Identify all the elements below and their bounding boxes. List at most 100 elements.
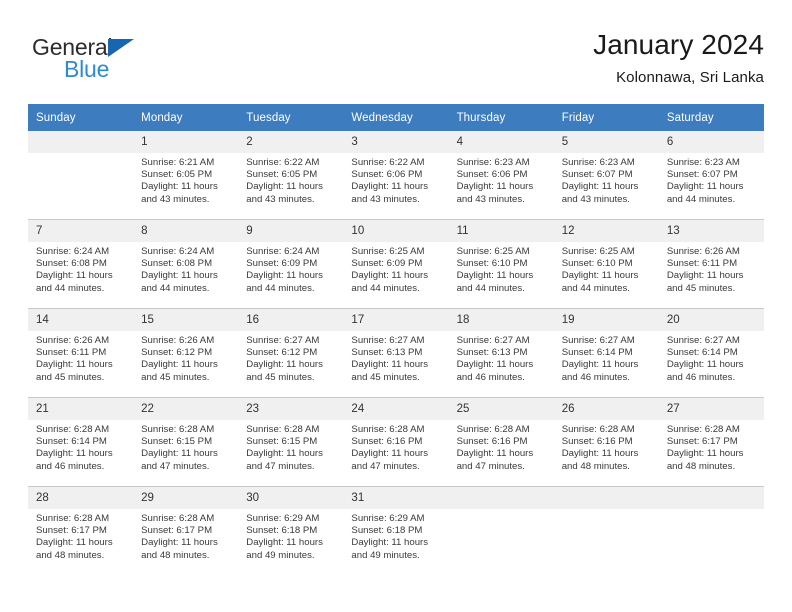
calendar-day-cell[interactable]: 26 Sunrise: 6:28 AM Sunset: 6:16 PM Dayligh… (553, 397, 659, 487)
daylight-text: Daylight: 11 hours and 45 minutes. (36, 359, 113, 383)
day-cell-inner: 5 Sunrise: 6:23 AM Sunset: 6:07 PM Daylight… (553, 131, 659, 219)
sunset-text: Sunset: 6:08 PM (36, 258, 107, 270)
sunset-text: Sunset: 6:06 PM (351, 169, 423, 181)
calendar-day-cell[interactable]: 14 Sunrise: 6:26 AM Sunset: 6:11 PM Dayligh… (28, 308, 134, 398)
day-number: 20 (658, 309, 764, 331)
sunrise-text: Sunrise: 6:26 AM (666, 246, 740, 257)
daylight-text: Daylight: 11 hours and 46 minutes. (456, 359, 534, 383)
day-number: 4 (448, 131, 554, 153)
generalblue-logo[interactable]: General Blue (32, 34, 212, 90)
day-cell-details: Sunrise: 6:25 AM Sunset: 6:10 PM Daylight:… (449, 242, 554, 295)
calendar-day-cell[interactable]: 25 Sunrise: 6:28 AM Sunset: 6:16 PM Dayligh… (448, 397, 554, 487)
day-cell-inner: 28 Sunrise: 6:28 AM Sunset: 6:17 PM Dayligh… (28, 487, 134, 575)
day-cell-details: Sunrise: 6:21 AM Sunset: 6:05 PM Daylight:… (133, 153, 238, 206)
day-cell-inner: 20 Sunrise: 6:27 AM Sunset: 6:14 PM Dayligh… (658, 309, 764, 397)
calendar-day-cell[interactable]: 5 Sunrise: 6:23 AM Sunset: 6:07 PM Daylight… (553, 131, 659, 220)
daylight-text: Daylight: 11 hours and 44 minutes. (351, 270, 429, 294)
sunrise-text: Sunrise: 6:27 AM (246, 335, 320, 346)
day-cell-inner: 31 Sunrise: 6:29 AM Sunset: 6:18 PM Dayligh… (343, 487, 449, 575)
daylight-text: Daylight: 11 hours and 44 minutes. (141, 270, 218, 294)
day-cell-inner: 24 Sunrise: 6:28 AM Sunset: 6:16 PM Dayligh… (343, 398, 449, 486)
daylight-text: Daylight: 11 hours and 47 minutes. (246, 448, 323, 472)
day-number: 8 (133, 220, 239, 242)
sunset-text: Sunset: 6:13 PM (351, 347, 423, 359)
day-cell-inner: 12 Sunrise: 6:25 AM Sunset: 6:10 PM Dayligh… (553, 220, 659, 308)
calendar-day-cell[interactable]: 10 Sunrise: 6:25 AM Sunset: 6:09 PM Dayligh… (343, 219, 449, 309)
calendar-day-cell[interactable]: 13 Sunrise: 6:26 AM Sunset: 6:11 PM Dayligh… (658, 219, 764, 309)
calendar-day-cell[interactable]: 22 Sunrise: 6:28 AM Sunset: 6:15 PM Dayligh… (133, 397, 239, 487)
calendar-day-cell[interactable]: 27 Sunrise: 6:28 AM Sunset: 6:17 PM Dayligh… (658, 397, 764, 487)
calendar-day-cell[interactable]: 7 Sunrise: 6:24 AM Sunset: 6:08 PM Daylight… (28, 219, 134, 309)
calendar-day-cell[interactable]: 23 Sunrise: 6:28 AM Sunset: 6:15 PM Dayligh… (238, 397, 344, 487)
calendar-day-cell[interactable]: 1 Sunrise: 6:21 AM Sunset: 6:05 PM Daylight… (133, 131, 239, 220)
sunrise-text: Sunrise: 6:25 AM (456, 246, 530, 257)
calendar-day-cell[interactable]: 11 Sunrise: 6:25 AM Sunset: 6:10 PM Dayligh… (448, 219, 554, 309)
day-cell-inner (448, 487, 554, 575)
calendar-day-cell[interactable]: 4 Sunrise: 6:23 AM Sunset: 6:06 PM Daylight… (448, 131, 554, 220)
calendar-day-cell[interactable]: 28 Sunrise: 6:28 AM Sunset: 6:17 PM Dayligh… (28, 486, 134, 575)
calendar-day-cell[interactable]: 29 Sunrise: 6:28 AM Sunset: 6:17 PM Dayligh… (133, 486, 239, 575)
daylight-text: Daylight: 11 hours and 44 minutes. (36, 270, 113, 294)
daylight-text: Daylight: 11 hours and 43 minutes. (561, 181, 639, 205)
sunrise-text: Sunrise: 6:27 AM (351, 335, 425, 346)
sunrise-text: Sunrise: 6:26 AM (36, 335, 110, 346)
sunrise-text: Sunrise: 6:28 AM (36, 513, 110, 524)
calendar-day-cell[interactable]: 9 Sunrise: 6:24 AM Sunset: 6:09 PM Daylight… (238, 219, 344, 309)
day-cell-inner: 30 Sunrise: 6:29 AM Sunset: 6:18 PM Dayligh… (238, 487, 344, 575)
calendar-day-cell[interactable]: 16 Sunrise: 6:27 AM Sunset: 6:12 PM Dayligh… (238, 308, 344, 398)
daylight-text: Daylight: 11 hours and 45 minutes. (141, 359, 218, 383)
day-cell-inner: 17 Sunrise: 6:27 AM Sunset: 6:13 PM Dayligh… (343, 309, 449, 397)
calendar-day-cell[interactable]: 24 Sunrise: 6:28 AM Sunset: 6:16 PM Dayligh… (343, 397, 449, 487)
sunset-text: Sunset: 6:18 PM (351, 525, 423, 537)
calendar-day-cell[interactable]: 19 Sunrise: 6:27 AM Sunset: 6:14 PM Dayligh… (553, 308, 659, 398)
weekday-header-tuesday: Tuesday (238, 104, 344, 131)
day-number: 31 (343, 487, 449, 509)
calendar-week-row: 14 Sunrise: 6:26 AM Sunset: 6:11 PM Dayligh… (28, 308, 764, 398)
calendar-cell-empty (658, 486, 764, 575)
day-cell-inner: 7 Sunrise: 6:24 AM Sunset: 6:08 PM Daylight… (28, 220, 134, 308)
day-cell-details: Sunrise: 6:26 AM Sunset: 6:11 PM Daylight:… (28, 331, 133, 384)
sunset-text: Sunset: 6:18 PM (246, 525, 318, 537)
page-subtitle: Kolonnawa, Sri Lanka (616, 69, 764, 86)
daylight-text: Daylight: 11 hours and 44 minutes. (561, 270, 639, 294)
calendar-day-cell[interactable]: 3 Sunrise: 6:22 AM Sunset: 6:06 PM Daylight… (343, 131, 449, 220)
day-number: 1 (133, 131, 239, 153)
day-cell-inner: 8 Sunrise: 6:24 AM Sunset: 6:08 PM Daylight… (133, 220, 239, 308)
calendar-day-cell[interactable]: 15 Sunrise: 6:26 AM Sunset: 6:12 PM Dayligh… (133, 308, 239, 398)
day-cell-inner (28, 131, 134, 219)
calendar-day-cell[interactable]: 12 Sunrise: 6:25 AM Sunset: 6:10 PM Dayligh… (553, 219, 659, 309)
day-cell-inner (658, 487, 764, 575)
calendar-day-cell[interactable]: 6 Sunrise: 6:23 AM Sunset: 6:07 PM Daylight… (658, 131, 764, 220)
daylight-text: Daylight: 11 hours and 47 minutes. (456, 448, 534, 472)
sunrise-text: Sunrise: 6:28 AM (456, 424, 530, 435)
sunrise-text: Sunrise: 6:28 AM (666, 424, 740, 435)
weekday-header-sunday: Sunday (28, 104, 134, 131)
daylight-text: Daylight: 11 hours and 47 minutes. (351, 448, 429, 472)
calendar-day-cell[interactable]: 18 Sunrise: 6:27 AM Sunset: 6:13 PM Dayligh… (448, 308, 554, 398)
day-cell-details: Sunrise: 6:23 AM Sunset: 6:07 PM Daylight:… (659, 153, 764, 206)
day-cell-details: Sunrise: 6:28 AM Sunset: 6:16 PM Daylight:… (449, 420, 554, 473)
calendar-day-cell[interactable]: 21 Sunrise: 6:28 AM Sunset: 6:14 PM Dayligh… (28, 397, 134, 487)
calendar-day-cell[interactable]: 30 Sunrise: 6:29 AM Sunset: 6:18 PM Dayligh… (238, 486, 344, 575)
calendar-day-cell[interactable]: 31 Sunrise: 6:29 AM Sunset: 6:18 PM Dayligh… (343, 486, 449, 575)
day-cell-inner: 18 Sunrise: 6:27 AM Sunset: 6:13 PM Dayligh… (448, 309, 554, 397)
day-cell-details: Sunrise: 6:28 AM Sunset: 6:17 PM Daylight:… (28, 509, 133, 562)
day-cell-details: Sunrise: 6:28 AM Sunset: 6:15 PM Daylight:… (133, 420, 238, 473)
sunrise-text: Sunrise: 6:21 AM (141, 157, 215, 168)
daylight-text: Daylight: 11 hours and 48 minutes. (561, 448, 639, 472)
day-number: 6 (658, 131, 764, 153)
sunrise-sunset-calendar: Sunday Monday Tuesday Wednesday Thursday Frid… (28, 104, 764, 575)
day-cell-inner: 15 Sunrise: 6:26 AM Sunset: 6:12 PM Dayligh… (133, 309, 239, 397)
day-cell-inner (553, 487, 659, 575)
calendar-day-cell[interactable]: 8 Sunrise: 6:24 AM Sunset: 6:08 PM Daylight… (133, 219, 239, 309)
calendar-week-row: 28 Sunrise: 6:28 AM Sunset: 6:17 PM Dayligh… (28, 486, 764, 575)
daylight-text: Daylight: 11 hours and 45 minutes. (246, 359, 323, 383)
sunrise-text: Sunrise: 6:26 AM (141, 335, 215, 346)
sunset-text: Sunset: 6:11 PM (666, 258, 738, 270)
day-number: 30 (238, 487, 344, 509)
calendar-day-cell[interactable]: 2 Sunrise: 6:22 AM Sunset: 6:05 PM Daylight… (238, 131, 344, 220)
sunrise-text: Sunrise: 6:28 AM (351, 424, 425, 435)
calendar-day-cell[interactable]: 17 Sunrise: 6:27 AM Sunset: 6:13 PM Dayligh… (343, 308, 449, 398)
sunrise-text: Sunrise: 6:22 AM (246, 157, 320, 168)
calendar-day-cell[interactable]: 20 Sunrise: 6:27 AM Sunset: 6:14 PM Dayligh… (658, 308, 764, 398)
